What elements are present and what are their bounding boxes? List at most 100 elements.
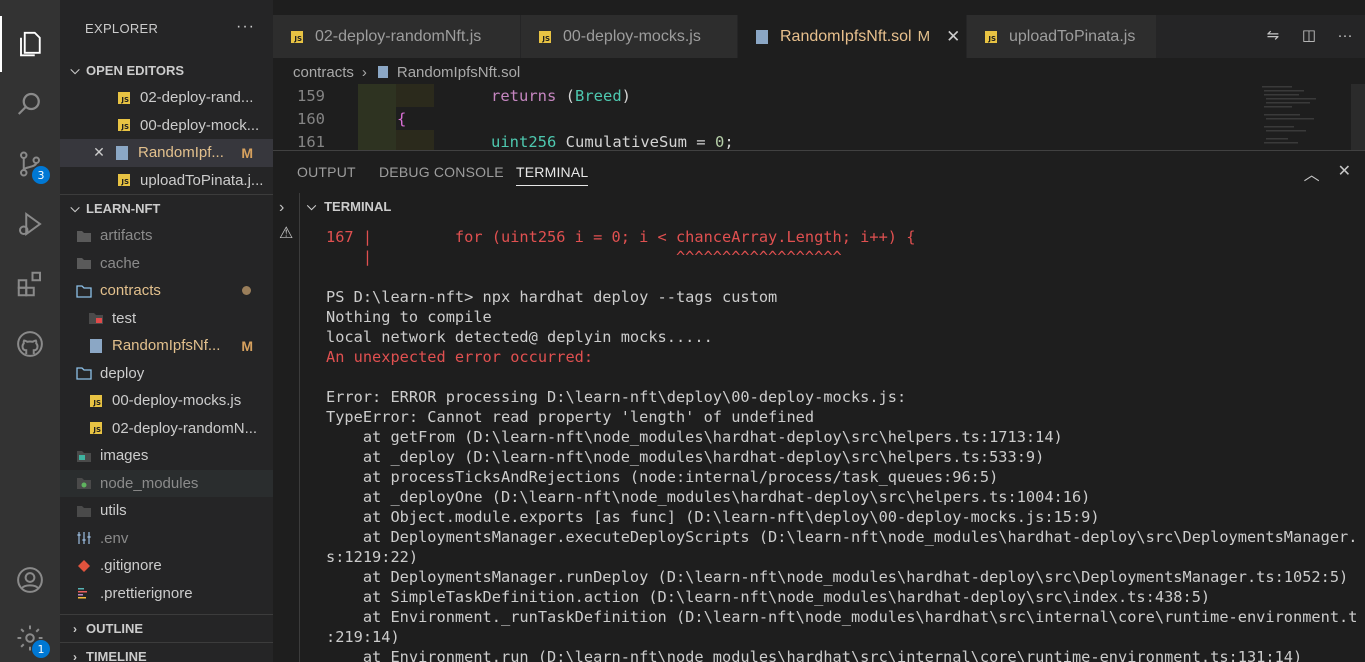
tree-folder-deploy[interactable]: deploy — [60, 360, 273, 388]
open-editor-label: 00-deploy-mock... — [140, 116, 260, 134]
tree-label: artifacts — [100, 227, 153, 245]
js-file-icon: JS — [116, 117, 132, 133]
tree-label: deploy — [100, 364, 145, 382]
tree-folder-images[interactable]: images — [60, 442, 273, 470]
js-file-icon: JS — [116, 172, 132, 188]
code-type: uint256 — [491, 132, 557, 151]
indent-guide — [358, 84, 396, 107]
terminal-line: TypeError: Cannot read property 'length'… — [326, 408, 815, 426]
terminal-header[interactable]: ⌵ TERMINAL — [301, 193, 1365, 220]
code-editor[interactable]: 159 returns (Breed) 160 { 161 uint256 Cu… — [273, 84, 1258, 150]
warning-icon: ⚠ — [279, 225, 294, 242]
tree-file-02-deploy-randomnft[interactable]: JS 02-deploy-randomN... — [60, 415, 273, 443]
explorer-sidebar: EXPLORER ··· ⌵ OPEN EDITORS JS 02-deploy… — [60, 0, 273, 662]
more-actions-icon[interactable]: ··· — [1335, 25, 1355, 45]
extensions-icon[interactable] — [0, 256, 60, 312]
js-file-icon: JS — [88, 393, 104, 409]
terminal-line: Nothing to compile — [326, 308, 492, 326]
account-icon[interactable] — [0, 552, 60, 608]
folder-icon — [76, 503, 92, 519]
compare-changes-icon[interactable]: ⇋ — [1263, 25, 1283, 45]
tree-label: contracts — [100, 282, 161, 300]
chevron-right-icon[interactable]: › — [279, 199, 284, 217]
solidity-file-icon — [114, 145, 130, 161]
indent-guide — [358, 130, 396, 150]
bottom-panel: OUTPUT DEBUG CONSOLE TERMINAL ︿ ✕ › ⚠ ⌵ … — [273, 150, 1365, 662]
code-type: Breed — [575, 86, 622, 105]
tree-label: cache — [100, 254, 141, 272]
outline-header[interactable]: › OUTLINE — [60, 614, 273, 642]
tree-file-prettierignore[interactable]: .prettierignore — [60, 580, 273, 608]
close-icon[interactable]: ✕ — [946, 27, 960, 47]
editor-scrollbar[interactable] — [1351, 84, 1365, 150]
breadcrumb-file[interactable]: RandomIpfsNft.sol — [397, 64, 520, 81]
outline-label: OUTLINE — [86, 621, 144, 636]
timeline-header[interactable]: › TIMELINE — [60, 642, 273, 662]
open-editors-header[interactable]: ⌵ OPEN EDITORS — [60, 56, 273, 84]
code-keyword: returns — [491, 86, 557, 105]
images-folder-icon — [76, 448, 92, 464]
modified-badge: M — [917, 28, 931, 45]
tab-randomipfsnft-sol[interactable]: RandomIpfsNft.sol M ✕ — [738, 15, 967, 58]
split-editor-icon[interactable]: ◫ — [1299, 25, 1319, 45]
close-panel-icon[interactable]: ✕ — [1338, 161, 1351, 185]
open-editor-label: RandomIpf... — [138, 144, 224, 162]
run-debug-icon[interactable] — [0, 196, 60, 252]
terminal-output[interactable]: 167 | for (uint256 i = 0; i < chanceArra… — [326, 227, 1365, 662]
settings-gear-icon[interactable]: 1 — [0, 610, 60, 662]
line-number: 160 — [297, 109, 325, 128]
panel-tabs: OUTPUT DEBUG CONSOLE TERMINAL ︿ ✕ — [273, 151, 1365, 193]
tab-label: 02-deploy-randomNft.js — [315, 27, 482, 45]
open-editor-item[interactable]: JS uploadToPinata.j... — [60, 167, 273, 195]
terminal-line: :219:14) — [326, 628, 400, 646]
tab-uploadtopinata[interactable]: JS uploadToPinata.js — [967, 15, 1157, 58]
tree-label: 00-deploy-mocks.js — [112, 392, 242, 410]
maximize-panel-icon[interactable]: ︿ — [1304, 161, 1320, 185]
tab-output[interactable]: OUTPUT — [297, 164, 356, 180]
tab-02-deploy-randomnft[interactable]: JS 02-deploy-randomNft.js — [273, 15, 521, 58]
solidity-file-icon — [375, 64, 391, 80]
tree-file-gitignore[interactable]: .gitignore — [60, 552, 273, 580]
indent-guide — [396, 130, 434, 150]
code-text: ( — [556, 86, 575, 105]
tree-file-randomipfsnft[interactable]: RandomIpfsNf... M — [60, 332, 273, 360]
tree-folder-cache[interactable]: cache — [60, 250, 273, 278]
chevron-right-icon: › — [73, 649, 77, 662]
indent-guide — [396, 84, 434, 107]
source-control-icon[interactable]: 3 — [0, 136, 60, 192]
chevron-right-icon: › — [73, 621, 77, 636]
search-icon[interactable] — [0, 76, 60, 132]
terminal-line: 167 | for (uint256 i = 0; i < chanceArra… — [326, 228, 916, 246]
terminal-line: | ^^^^^^^^^^^^^^^^^^ — [326, 248, 842, 266]
github-icon[interactable] — [0, 316, 60, 372]
minimap[interactable] — [1258, 84, 1351, 150]
tree-folder-test[interactable]: test — [60, 305, 273, 333]
terminal-line: at getFrom (D:\learn-nft\node_modules\ha… — [326, 428, 1063, 446]
tree-folder-contracts[interactable]: contracts — [60, 277, 273, 305]
tab-00-deploy-mocks[interactable]: JS 00-deploy-mocks.js — [521, 15, 738, 58]
breadcrumb-folder[interactable]: contracts — [293, 64, 354, 81]
tree-file-00-deploy-mocks[interactable]: JS 00-deploy-mocks.js — [60, 387, 273, 415]
open-editor-item[interactable]: JS 02-deploy-rand... — [60, 84, 273, 112]
terminal-line: at DeploymentsManager.executeDeployScrip… — [326, 528, 1358, 546]
tree-folder-node-modules[interactable]: node_modules — [60, 469, 273, 497]
open-editor-item[interactable]: JS 00-deploy-mock... — [60, 112, 273, 140]
test-folder-icon — [88, 310, 104, 326]
terminal-line: at DeploymentsManager.runDeploy (D:\lear… — [326, 568, 1349, 586]
open-editor-item-active[interactable]: ✕ RandomIpf... M — [60, 139, 273, 167]
tab-terminal[interactable]: TERMINAL — [516, 164, 589, 186]
tree-file-env[interactable]: .env — [60, 525, 273, 553]
code-text: ; — [724, 132, 734, 151]
modified-dot — [242, 286, 251, 296]
tree-folder-utils[interactable]: utils — [60, 497, 273, 525]
terminal-line: at processTicksAndRejections (node:inter… — [326, 468, 999, 486]
more-actions-icon[interactable]: ··· — [236, 18, 255, 36]
explorer-icon[interactable] — [0, 16, 60, 72]
tree-label: RandomIpfsNf... — [112, 337, 221, 355]
close-icon[interactable]: ✕ — [92, 144, 106, 161]
tree-folder-artifacts[interactable]: artifacts — [60, 222, 273, 250]
workspace-header[interactable]: ⌵ LEARN-NFT — [60, 194, 273, 222]
chevron-right-icon: › — [361, 63, 367, 81]
terminal-line: at Environment.run (D:\learn-nft\node_mo… — [326, 648, 1303, 662]
tab-debug-console[interactable]: DEBUG CONSOLE — [379, 164, 504, 180]
